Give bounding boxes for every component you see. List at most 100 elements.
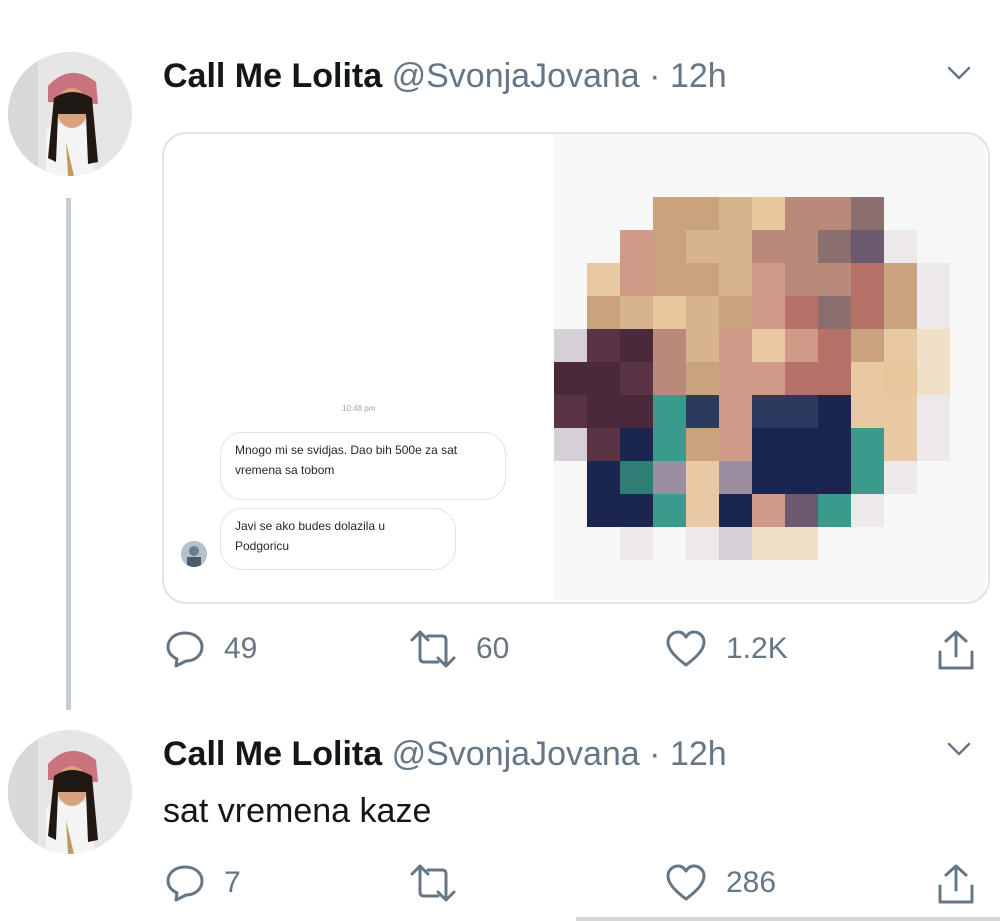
mosaic-tile [818, 362, 851, 395]
mosaic-tile [917, 263, 950, 296]
tweet-time[interactable]: 12h [670, 735, 727, 773]
mosaic-tile [785, 230, 818, 263]
dm-timestamp: 10:48 pm [342, 404, 376, 413]
share-button[interactable] [936, 862, 976, 906]
mosaic-tile [818, 296, 851, 329]
tweet-time[interactable]: 12h [670, 57, 727, 95]
mosaic-tile [851, 197, 884, 230]
author-name[interactable]: Call Me Lolita [163, 735, 382, 773]
mosaic-tile [686, 395, 719, 428]
media-card[interactable]: 10:48 pm Mnogo mi se svidjas. Dao bih 50… [162, 132, 990, 604]
mosaic-tile [785, 296, 818, 329]
mosaic-tile [818, 461, 851, 494]
mosaic-tile [785, 494, 818, 527]
mosaic-tile [653, 230, 686, 263]
heart-icon [666, 864, 706, 901]
tweet-actions: 7 286 [0, 862, 1000, 912]
mosaic-tile [785, 527, 818, 560]
chevron-down-icon[interactable] [944, 734, 974, 764]
share-icon [938, 630, 974, 670]
tweet-actions: 49 60 1.2K [0, 628, 1000, 678]
mosaic-tile [686, 230, 719, 263]
mosaic-tile [884, 230, 917, 263]
mosaic-tile [686, 494, 719, 527]
retweet-count: 60 [476, 632, 510, 665]
reply-button[interactable]: 7 [164, 862, 241, 904]
mosaic-tile [587, 329, 620, 362]
mosaic-tile [884, 461, 917, 494]
mosaic-tile [818, 428, 851, 461]
mosaic-tile [686, 461, 719, 494]
tweet-header: Call Me Lolita @SvonjaJovana · 12h [163, 734, 727, 774]
mosaic-tile [686, 197, 719, 230]
like-count: 1.2K [726, 632, 788, 665]
mosaic-tile [554, 329, 587, 362]
mosaic-tile [752, 428, 785, 461]
avatar[interactable] [8, 52, 132, 176]
mosaic-tile [818, 329, 851, 362]
mosaic-tile [884, 263, 917, 296]
mosaic-tile [620, 230, 653, 263]
mosaic-tile [917, 329, 950, 362]
avatar[interactable] [8, 730, 132, 854]
reply-button[interactable]: 49 [164, 628, 257, 670]
tweet-header: Call Me Lolita @SvonjaJovana · 12h [163, 56, 727, 96]
mosaic-tile [719, 263, 752, 296]
separator: · [649, 57, 661, 95]
mosaic-tile [818, 230, 851, 263]
mosaic-tile [818, 263, 851, 296]
mosaic-tile [785, 428, 818, 461]
dm-message-bubble: Mnogo mi se svidjas. Dao bih 500e za sat… [220, 432, 506, 500]
mosaic-tile [587, 362, 620, 395]
mosaic-tile [884, 395, 917, 428]
mosaic-tile [851, 461, 884, 494]
mosaic-tile [620, 494, 653, 527]
author-name[interactable]: Call Me Lolita [163, 57, 382, 95]
like-button[interactable]: 1.2K [664, 628, 788, 670]
mosaic-tile [554, 362, 587, 395]
retweet-button[interactable]: 60 [408, 628, 509, 670]
mosaic-tile [620, 263, 653, 296]
mosaic-tile [818, 395, 851, 428]
mosaic-tile [587, 263, 620, 296]
sender-avatar [181, 541, 207, 567]
mosaic-tile [851, 428, 884, 461]
retweet-button[interactable] [408, 862, 476, 904]
mosaic-tile [884, 296, 917, 329]
mosaic-tile [653, 461, 686, 494]
mosaic-tile [554, 428, 587, 461]
mosaic-tile [851, 263, 884, 296]
heart-icon [666, 630, 706, 667]
mosaic-tile [620, 527, 653, 560]
retweet-icon [410, 864, 456, 902]
mosaic-tile [851, 362, 884, 395]
mosaic-tile [818, 494, 851, 527]
mosaic-tile [752, 296, 785, 329]
mosaic-tile [686, 296, 719, 329]
mosaic-tile [851, 230, 884, 263]
mosaic-tile [752, 263, 785, 296]
tweet-text: sat vremena kaze [163, 792, 432, 830]
mosaic-tile [653, 296, 686, 329]
like-button[interactable]: 286 [664, 862, 776, 904]
mosaic-tile [851, 296, 884, 329]
mosaic-tile [884, 329, 917, 362]
mosaic-tile [884, 428, 917, 461]
mosaic-tile [719, 197, 752, 230]
mosaic-tile [752, 230, 785, 263]
mosaic-tile [785, 197, 818, 230]
share-icon [938, 864, 974, 904]
mosaic-tile [851, 494, 884, 527]
mosaic-tile [719, 230, 752, 263]
chevron-down-icon[interactable] [944, 58, 974, 88]
pixelated-photo [554, 134, 986, 600]
author-handle[interactable]: @SvonjaJovana [392, 57, 640, 95]
like-count: 286 [726, 866, 777, 899]
mosaic-tile [587, 395, 620, 428]
mosaic-tile [686, 329, 719, 362]
author-handle[interactable]: @SvonjaJovana [392, 735, 640, 773]
mosaic-tile [752, 461, 785, 494]
share-button[interactable] [936, 628, 976, 672]
mosaic-tile [752, 197, 785, 230]
mosaic-tile [752, 362, 785, 395]
